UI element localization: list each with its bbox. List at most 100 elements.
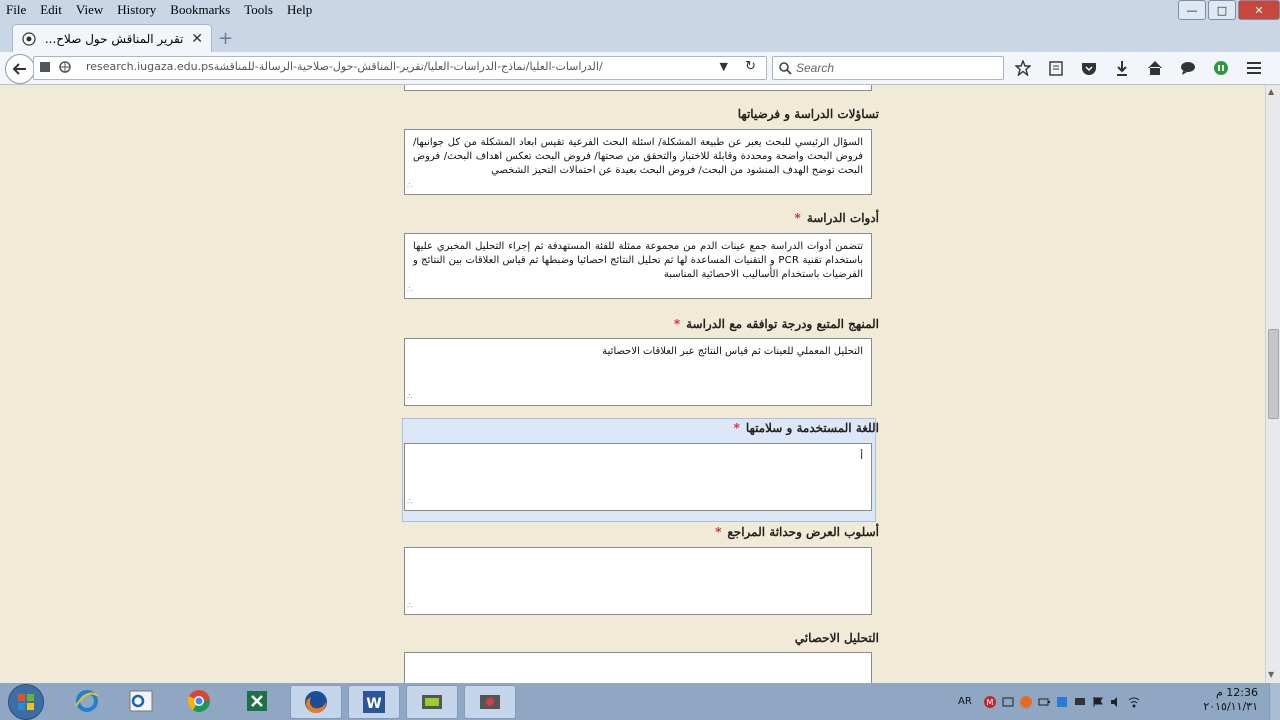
field-label-presentation: أسلوب العرض وحداثة المراجع* (715, 525, 879, 539)
field-label-methodology: المنهج المتبع ودرجة توافقه مع الدراسة* (673, 317, 879, 331)
taskbar-word[interactable]: W (348, 685, 400, 719)
required-asterisk: * (794, 211, 801, 225)
page-content: ∴ تساؤلات الدراسة و فرضياتها السؤال الرئ… (0, 85, 1266, 683)
volume-icon[interactable] (1110, 696, 1122, 708)
vertical-scrollbar[interactable]: ▲ ▼ (1265, 85, 1280, 683)
resize-grip-icon: ∴ (407, 601, 413, 610)
bluetooth-icon[interactable] (1056, 696, 1068, 708)
url-dropdown-icon[interactable]: ▼ (720, 60, 728, 73)
previous-textarea[interactable]: ∴ (404, 85, 872, 91)
excel-icon (247, 691, 267, 711)
scroll-up-icon[interactable]: ▲ (1268, 87, 1274, 96)
taskbar-app-8[interactable] (464, 685, 516, 719)
tab-title: تقرير المناقش حول صلاح... (44, 32, 184, 46)
hamburger-menu-icon[interactable] (1243, 58, 1265, 78)
textarea-statistics[interactable] (404, 652, 872, 683)
maximize-icon: □ (1216, 3, 1228, 17)
taskbar-firefox[interactable] (290, 685, 342, 719)
svg-text:M: M (986, 698, 993, 707)
chrome-icon (187, 690, 210, 712)
field-label-statistics: التحليل الاحصائي (794, 631, 879, 645)
new-tab-icon[interactable]: + (218, 28, 233, 49)
window-controls: — □ ✕ (1176, 0, 1280, 20)
search-icon (779, 62, 792, 75)
network-device-icon[interactable] (1002, 696, 1014, 708)
antivirus-icon[interactable]: M (983, 695, 996, 708)
url-bar[interactable]: research.iugaza.edu.ps/الدراسات-العليا/ن… (33, 56, 767, 80)
taskbar-chrome[interactable] (174, 685, 224, 717)
menu-view[interactable]: View (76, 2, 103, 18)
menu-help[interactable]: Help (287, 2, 312, 18)
resize-grip-icon: ∴ (407, 85, 412, 89)
alert-icon[interactable] (1019, 695, 1032, 708)
application-icon (480, 695, 500, 709)
display-icon[interactable] (1074, 696, 1086, 708)
language-indicator[interactable]: AR (958, 696, 972, 707)
menu-bar: File Edit View History Bookmarks Tools H… (0, 0, 1280, 20)
menu-bookmarks[interactable]: Bookmarks (170, 2, 230, 18)
clock-time: 12:36 م (1215, 686, 1258, 699)
menu-tools[interactable]: Tools (244, 2, 273, 18)
required-asterisk: * (673, 317, 681, 331)
flag-icon[interactable] (1092, 696, 1104, 708)
url-text: research.iugaza.edu.ps/الدراسات-العليا/ن… (86, 60, 603, 73)
field-label-tools: أدوات الدراسة* (794, 211, 879, 225)
close-window-button[interactable]: ✕ (1238, 0, 1280, 20)
close-icon: ✕ (1254, 3, 1264, 17)
tab-active[interactable]: تقرير المناقش حول صلاح... ✕ (12, 24, 212, 53)
application-icon (422, 695, 442, 709)
windows-logo-icon (18, 694, 34, 710)
taskbar-excel[interactable] (232, 685, 282, 717)
bookmark-star-icon[interactable] (1012, 58, 1034, 78)
globe-icon[interactable] (58, 60, 72, 74)
menu-file[interactable]: File (6, 2, 26, 18)
textarea-questions[interactable]: السؤال الرئيسي للبحث يعبر عن طبيعة المشك… (404, 129, 872, 195)
internet-explorer-icon (75, 690, 99, 712)
pocket-icon[interactable] (1078, 58, 1100, 78)
start-button[interactable] (8, 684, 44, 720)
menu-edit[interactable]: Edit (40, 2, 62, 18)
clock[interactable]: 12:36 م ٢٠١٥/١١/٣١ (1203, 686, 1258, 714)
battery-icon[interactable] (1038, 696, 1050, 708)
scroll-down-icon[interactable]: ▼ (1268, 670, 1274, 679)
reading-list-icon[interactable] (1045, 58, 1067, 78)
minimize-button[interactable]: — (1178, 0, 1206, 20)
outlook-icon (129, 690, 153, 712)
reader-icon[interactable] (38, 60, 52, 74)
toolbar-icons (1012, 58, 1276, 78)
clock-date: ٢٠١٥/١١/٣١ (1203, 700, 1258, 713)
search-input[interactable]: Search (772, 56, 1004, 80)
addon-icon[interactable] (1210, 58, 1232, 78)
show-desktop-button[interactable] (1269, 683, 1280, 720)
svg-text:W: W (366, 696, 381, 712)
firefox-icon (305, 691, 327, 714)
resize-grip-icon: ∴ (407, 497, 413, 506)
reload-icon[interactable]: ↻ (745, 59, 756, 74)
search-placeholder: Search (796, 61, 835, 75)
taskbar-outlook[interactable] (116, 685, 166, 717)
maximize-button[interactable]: □ (1208, 0, 1236, 20)
wifi-icon[interactable] (1128, 696, 1140, 708)
back-arrow-icon (12, 63, 26, 75)
back-button[interactable] (5, 54, 35, 84)
home-icon[interactable] (1144, 58, 1166, 78)
system-tray: AR M (958, 683, 1146, 720)
tab-bar: تقرير المناقش حول صلاح... ✕ + (0, 20, 1280, 53)
taskbar: W AR M 12:36 م ٢٠١٥/١١/٣١ (0, 683, 1280, 720)
textarea-methodology[interactable]: التحليل المعملي للعينات ثم قياس النتائج … (404, 338, 872, 406)
scrollbar-thumb[interactable] (1268, 329, 1279, 419)
taskbar-ie[interactable] (62, 685, 112, 717)
textarea-language[interactable]: أ ∴ (404, 443, 872, 511)
downloads-icon[interactable] (1111, 58, 1133, 78)
textarea-tools[interactable]: تتضمن أدوات الدراسة جمع عينات الدم من مج… (404, 233, 872, 299)
tab-close-icon[interactable]: ✕ (191, 31, 203, 47)
resize-grip-icon: ∴ (407, 285, 413, 294)
taskbar-app-7[interactable] (406, 685, 458, 719)
field-label-language: اللغة المستخدمة و سلامتها* (733, 421, 879, 435)
menu-history[interactable]: History (117, 2, 156, 18)
minimize-icon: — (1186, 3, 1198, 17)
textarea-presentation[interactable]: ∴ (404, 547, 872, 615)
chat-icon[interactable] (1177, 58, 1199, 78)
resize-grip-icon: ∴ (407, 181, 413, 190)
site-favicon-icon (21, 31, 37, 47)
